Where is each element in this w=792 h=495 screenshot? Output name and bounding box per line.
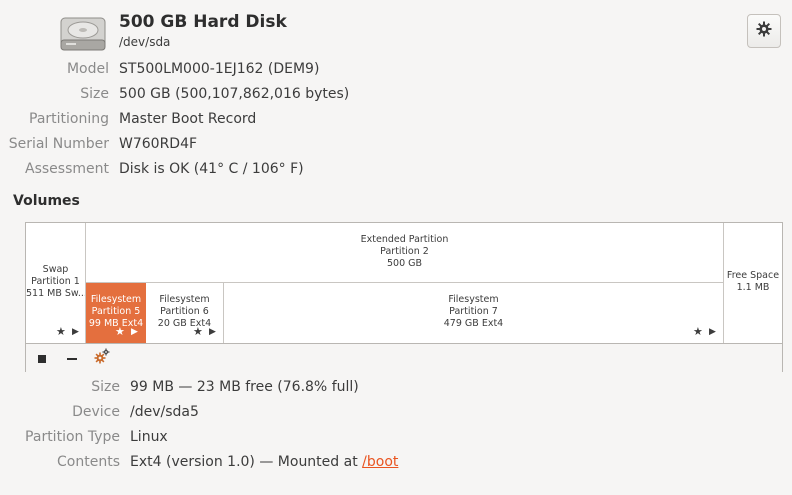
contents-value: Ext4 (version 1.0) — Mounted at /boot <box>130 454 398 470</box>
serial-number-label: Serial Number <box>8 136 109 152</box>
mount-point-link[interactable]: /boot <box>362 454 398 470</box>
play-icon: ▶ <box>72 327 79 337</box>
volumes-heading: Volumes <box>13 193 80 209</box>
partition-type-value: Linux <box>130 429 168 445</box>
partition-type-label: Partition Type <box>25 429 120 445</box>
play-icon: ▶ <box>709 327 716 337</box>
swap-size-label: 511 MB Sw... <box>26 288 86 299</box>
volume-size-value: 99 MB — 23 MB free (76.8% full) <box>130 379 359 395</box>
device-value: /dev/sda5 <box>130 404 199 420</box>
remove-partition-button[interactable] <box>61 348 83 368</box>
partitioning-label: Partitioning <box>29 111 109 127</box>
device-label: Device <box>72 404 120 420</box>
star-icon: ★ <box>693 325 703 338</box>
p7-partition-label: Partition 7 <box>449 306 498 317</box>
star-icon: ★ <box>115 325 125 338</box>
assessment-label: Assessment <box>25 161 109 177</box>
volume-partition-5-selected[interactable]: Filesystem Partition 5 99 MB Ext4 ★ ▶ <box>86 283 146 343</box>
free-space-size-label: 1.1 MB <box>736 282 770 293</box>
swap-partition-label: Partition 1 <box>31 276 80 287</box>
partitioning-value: Master Boot Record <box>119 111 257 127</box>
extended-size-label: 500 GB <box>386 258 423 269</box>
volume-free-space[interactable]: Free Space 1.1 MB <box>724 223 782 343</box>
star-icon: ★ <box>193 325 203 338</box>
extended-partition-label: Partition 2 <box>380 246 429 257</box>
model-label: Model <box>66 61 109 77</box>
p5-partition-label: Partition 5 <box>91 306 141 317</box>
stop-icon <box>37 349 47 368</box>
volume-partition-6[interactable]: Filesystem Partition 6 20 GB Ext4 ★ ▶ <box>146 283 224 343</box>
contents-label: Contents <box>57 454 120 470</box>
free-space-label: Free Space <box>726 270 780 281</box>
stop-volume-button[interactable] <box>31 348 53 368</box>
gears-icon <box>94 348 110 368</box>
disk-title: 500 GB Hard Disk <box>119 12 287 32</box>
swap-type-label: Swap <box>42 264 69 275</box>
hard-disk-icon <box>58 12 108 56</box>
minus-icon <box>66 349 78 368</box>
contents-text: Ext4 (version 1.0) — Mounted at <box>130 454 363 470</box>
play-icon: ▶ <box>209 327 216 337</box>
volume-extended-partition-2[interactable]: Extended Partition Partition 2 500 GB <box>86 223 724 283</box>
drive-settings-button[interactable] <box>747 14 781 48</box>
play-icon: ▶ <box>131 327 138 337</box>
assessment-value: Disk is OK (41° C / 106° F) <box>119 161 304 177</box>
p7-type-label: Filesystem <box>448 294 499 305</box>
p5-type-label: Filesystem <box>90 294 142 305</box>
volume-map: Swap Partition 1 511 MB Sw... ★ ▶ Extend… <box>25 222 783 372</box>
volume-swap-partition-1[interactable]: Swap Partition 1 511 MB Sw... ★ ▶ <box>26 223 86 343</box>
star-icon: ★ <box>56 325 66 338</box>
p6-type-label: Filesystem <box>159 294 210 305</box>
p7-size-label: 479 GB Ext4 <box>443 318 504 329</box>
size-label: Size <box>80 86 109 102</box>
partition-options-button[interactable] <box>91 348 113 368</box>
extended-type-label: Extended Partition <box>360 234 449 245</box>
p6-partition-label: Partition 6 <box>160 306 209 317</box>
volume-partition-7[interactable]: Filesystem Partition 7 479 GB Ext4 ★ ▶ <box>224 283 724 343</box>
volume-size-label: Size <box>91 379 120 395</box>
volume-toolbar <box>26 343 782 372</box>
gear-icon <box>756 21 772 41</box>
disk-device-path: /dev/sda <box>119 35 171 49</box>
serial-number-value: W760RD4F <box>119 136 198 152</box>
model-value: ST500LM000-1EJ162 (DEM9) <box>119 61 320 77</box>
size-value: 500 GB (500,107,862,016 bytes) <box>119 86 350 102</box>
